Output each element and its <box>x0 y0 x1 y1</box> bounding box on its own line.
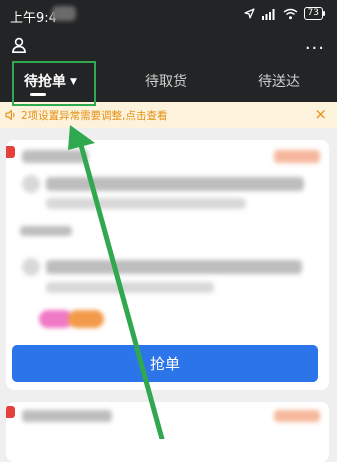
order-tag <box>6 146 15 158</box>
tab-to-pickup[interactable]: 待取货 <box>145 71 187 91</box>
redacted-pickup-detail <box>46 198 246 209</box>
order-tag <box>6 406 15 418</box>
speaker-icon <box>5 110 15 120</box>
signal-icon <box>261 8 275 20</box>
redacted-order-title <box>22 410 112 422</box>
tab-to-pickup-label: 待取货 <box>145 74 187 90</box>
battery-icon: 73 <box>303 7 326 20</box>
redacted-order-fee <box>274 150 320 163</box>
status-time-redacted <box>52 6 76 21</box>
annotation-highlight-box <box>12 61 96 106</box>
redacted-dropoff-address <box>46 260 302 274</box>
tab-to-deliver-label: 待送达 <box>258 74 300 90</box>
order-card <box>6 402 329 462</box>
user-icon[interactable] <box>11 37 27 53</box>
tab-to-deliver[interactable]: 待送达 <box>258 71 300 91</box>
redacted-pickup-address <box>46 177 304 191</box>
redacted-order-fee <box>274 410 320 422</box>
notice-text: 2项设置异常需要调整,点击查看 <box>21 110 168 122</box>
status-bar: 上午9:4 73 <box>0 0 337 28</box>
close-icon[interactable]: × <box>314 105 327 123</box>
wifi-icon <box>283 8 297 19</box>
grab-order-button[interactable]: 抢单 <box>12 345 318 382</box>
redacted-dropoff-dot <box>22 258 40 276</box>
redacted-distance <box>20 226 72 236</box>
redacted-tag-orange <box>68 310 104 328</box>
more-icon[interactable]: ··· <box>305 38 325 59</box>
redacted-order-title <box>22 150 88 163</box>
redacted-pickup-dot <box>22 175 40 193</box>
redacted-dropoff-detail <box>46 282 214 293</box>
order-card: 抢单 <box>6 140 329 390</box>
status-icons: 73 <box>243 7 326 20</box>
status-time: 上午9:4 <box>10 11 57 26</box>
location-arrow-icon <box>243 8 255 19</box>
